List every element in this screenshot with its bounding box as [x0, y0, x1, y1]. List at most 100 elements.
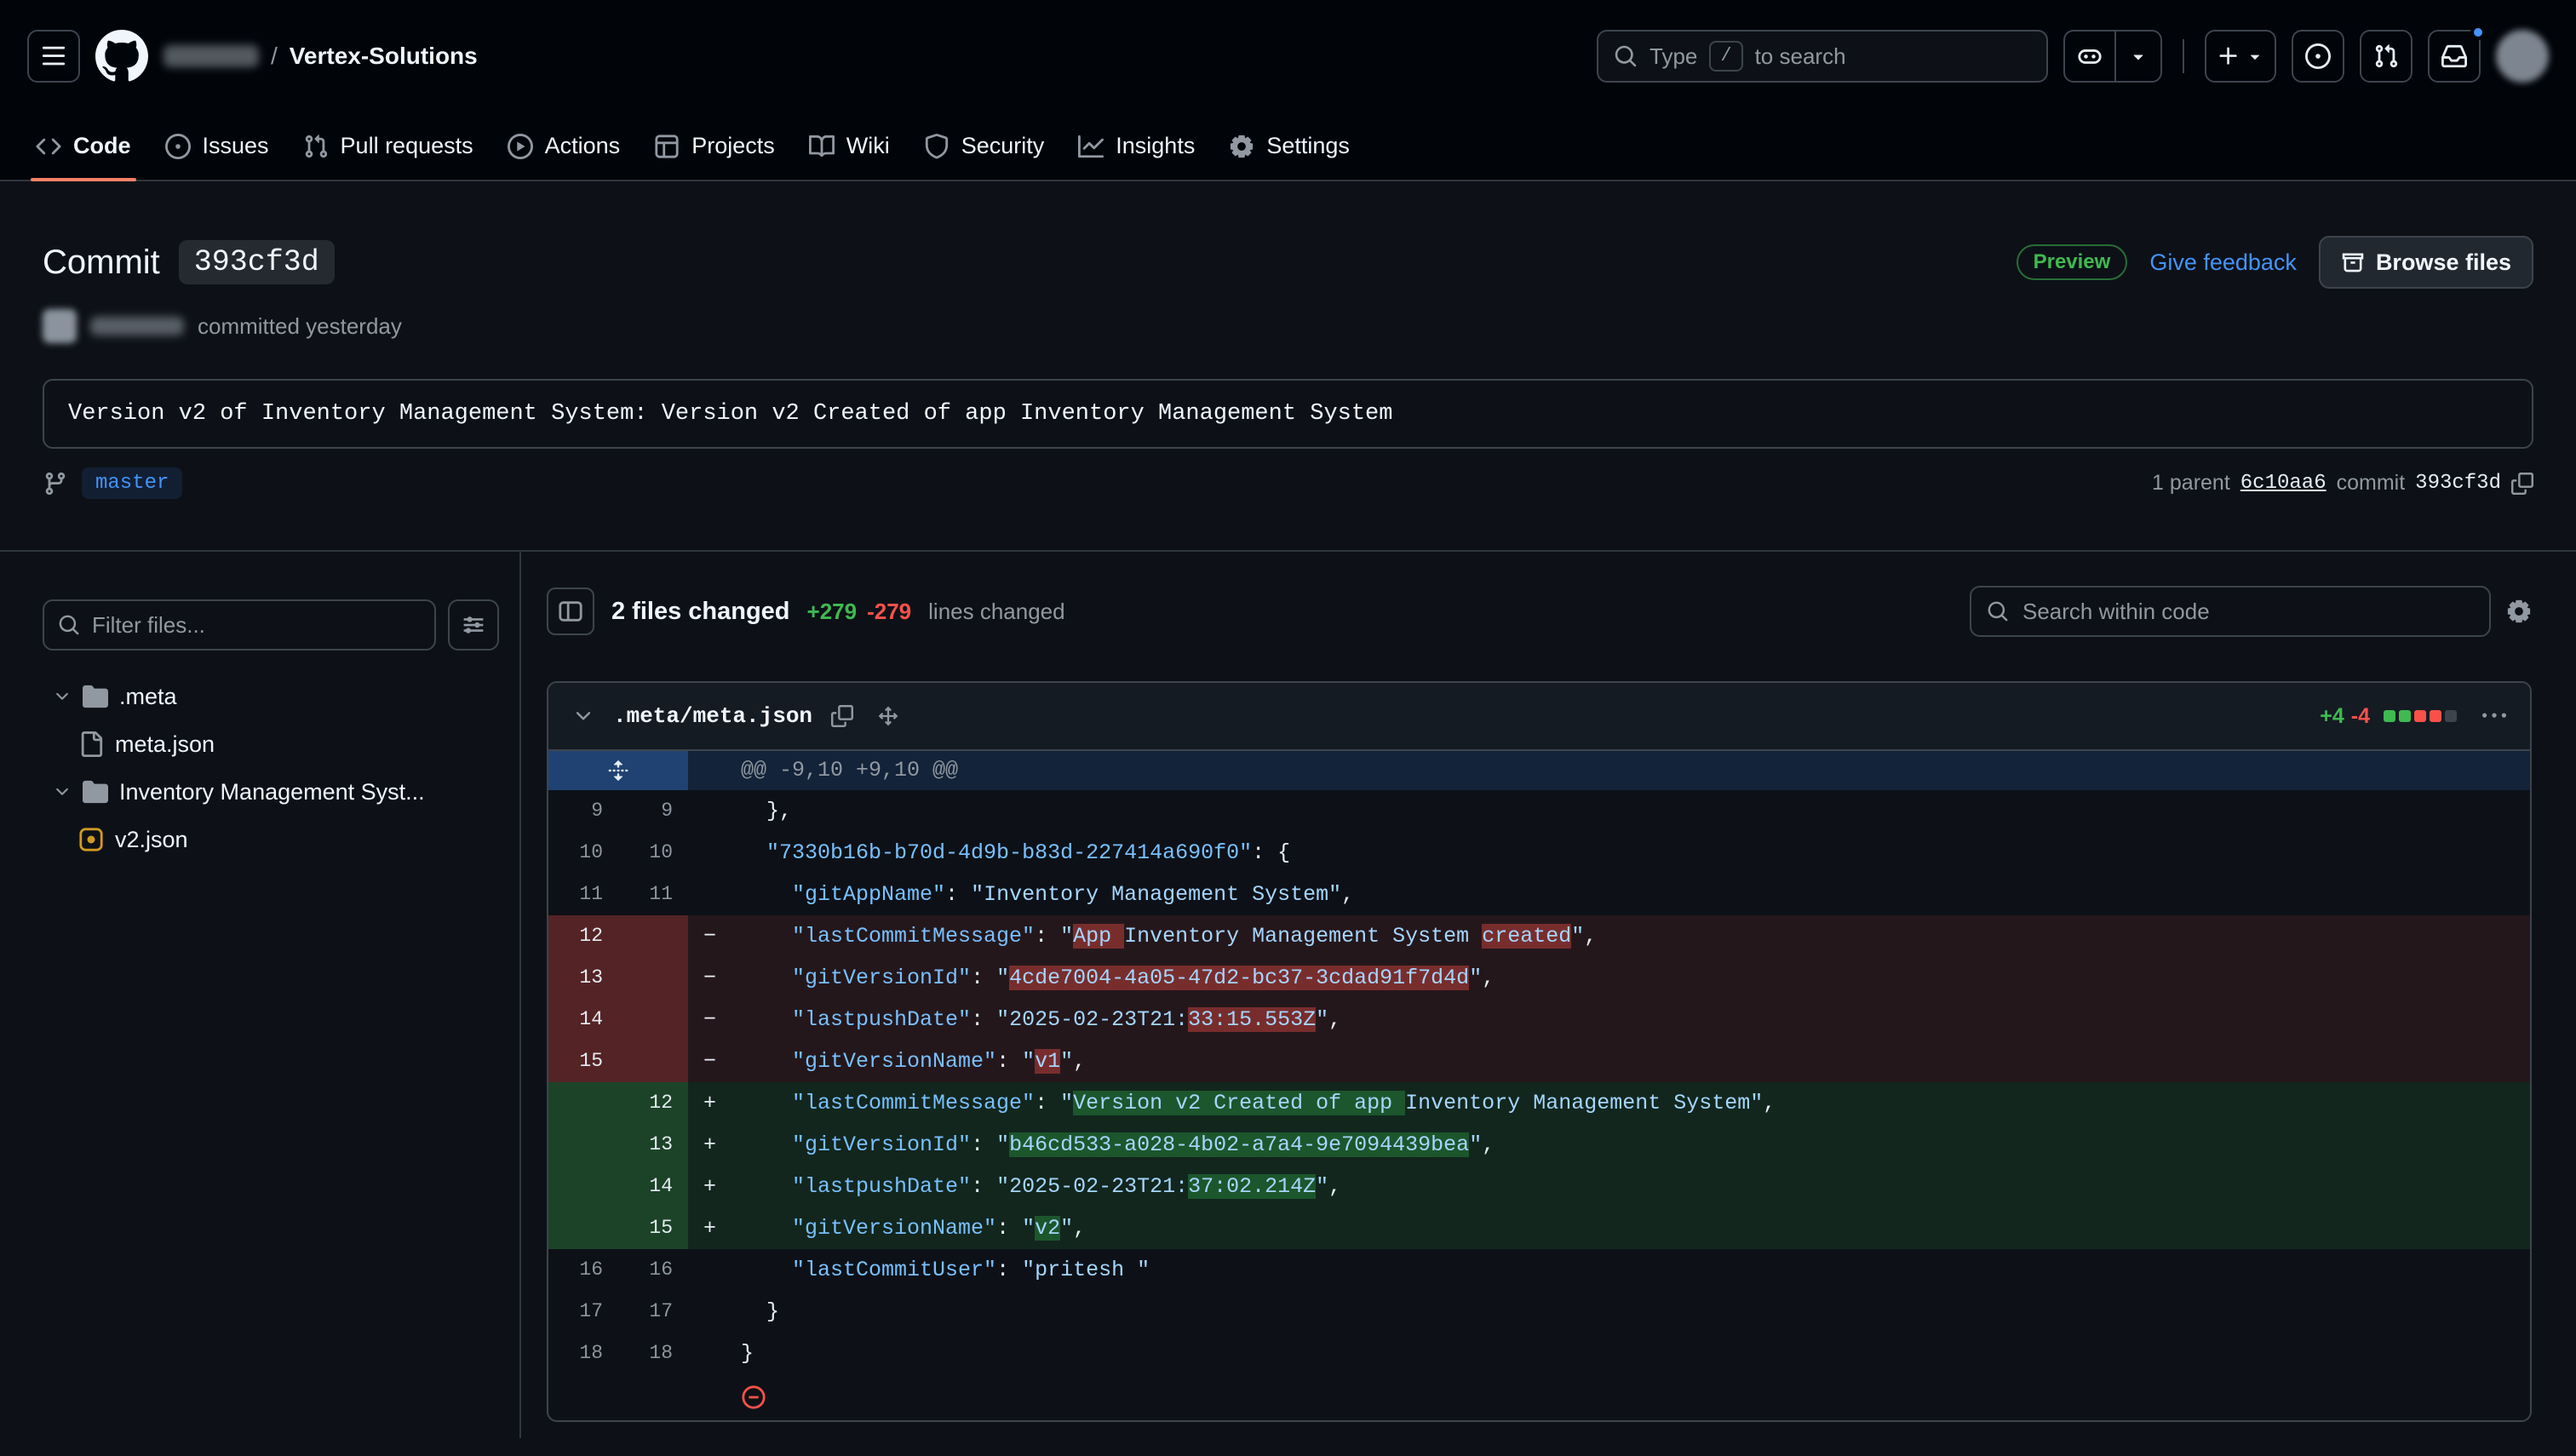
new-line-number[interactable]: 16: [618, 1249, 688, 1291]
tree-file-meta-json[interactable]: meta.json: [43, 720, 499, 768]
redacted-owner-name[interactable]: [164, 45, 259, 67]
diff-row: 1616 "lastCommitUser": "pritesh ": [548, 1249, 2530, 1291]
chevron-down-icon: [2246, 47, 2264, 66]
redacted-author-name[interactable]: [90, 317, 184, 335]
expand-hunk-button[interactable]: [548, 751, 688, 790]
author-avatar[interactable]: [43, 309, 77, 343]
copy-sha-button[interactable]: [2511, 473, 2533, 495]
old-line-number[interactable]: [548, 1207, 618, 1249]
tab-label: Settings: [1266, 133, 1350, 159]
old-line-number[interactable]: [548, 1166, 618, 1207]
file-options-button[interactable]: [2477, 699, 2511, 733]
new-line-number[interactable]: 15: [618, 1207, 688, 1249]
diff-row: 99 },: [548, 790, 2530, 832]
new-line-number[interactable]: 9: [618, 790, 688, 832]
new-line-number[interactable]: 10: [618, 832, 688, 874]
copilot-icon: [2077, 43, 2103, 69]
old-line-number[interactable]: [548, 1082, 618, 1124]
new-line-number[interactable]: 11: [618, 874, 688, 915]
copilot-menu-segment[interactable]: [2116, 32, 2160, 81]
tree-folder-inventory[interactable]: Inventory Management Syst...: [43, 768, 499, 816]
copilot-segment[interactable]: [2065, 32, 2114, 81]
old-line-number[interactable]: [548, 1124, 618, 1166]
browse-files-button[interactable]: Browse files: [2319, 236, 2533, 289]
chevron-down-icon: [53, 687, 72, 706]
old-line-number[interactable]: 11: [548, 874, 618, 915]
files-changed-count: 2 files changed: [611, 598, 790, 626]
diff-row: 1010 "7330b16b-b70d-4d9b-b83d-227414a690…: [548, 832, 2530, 874]
copy-path-button[interactable]: [826, 700, 858, 732]
old-line-number[interactable]: 14: [548, 999, 618, 1040]
diff-file-name[interactable]: .meta/meta.json: [613, 703, 812, 729]
tab-settings[interactable]: Settings: [1212, 112, 1367, 180]
code-line: + "lastCommitMessage": "Version v2 Creat…: [688, 1082, 2530, 1124]
collapse-file-button[interactable]: [567, 700, 600, 732]
new-line-number[interactable]: [618, 957, 688, 999]
new-line-number[interactable]: 13: [618, 1124, 688, 1166]
tab-label: Wiki: [846, 133, 890, 159]
global-search[interactable]: Type / to search: [1597, 30, 2048, 83]
repo-name-link[interactable]: Vertex-Solutions: [290, 43, 478, 70]
tab-label: Insights: [1116, 133, 1195, 159]
old-line-number[interactable]: 17: [548, 1291, 618, 1333]
tab-code[interactable]: Code: [19, 112, 148, 180]
old-line-number[interactable]: 9: [548, 790, 618, 832]
search-within-code-input[interactable]: [1970, 586, 2491, 637]
code-line: + "lastpushDate": "2025-02-23T21:37:02.2…: [688, 1166, 2530, 1207]
move-file-handle[interactable]: [872, 700, 904, 732]
tree-item-label: Inventory Management Syst...: [119, 779, 425, 805]
old-line-number[interactable]: 18: [548, 1333, 618, 1374]
tree-item-label: v2.json: [115, 827, 188, 853]
header-divider: [2183, 39, 2184, 73]
new-line-number[interactable]: 18: [618, 1333, 688, 1374]
tree-folder-meta[interactable]: .meta: [43, 673, 499, 720]
folder-icon: [83, 684, 108, 709]
old-line-number[interactable]: 15: [548, 1040, 618, 1082]
create-new-button[interactable]: [2205, 30, 2276, 83]
tab-issues[interactable]: Issues: [148, 112, 286, 180]
parent-sha-link[interactable]: 6c10aa6: [2240, 472, 2326, 495]
pull-requests-dashboard-button[interactable]: [2360, 30, 2412, 83]
tree-file-v2-json[interactable]: v2.json: [43, 816, 499, 863]
old-line-number[interactable]: 16: [548, 1249, 618, 1291]
old-line-number[interactable]: 10: [548, 832, 618, 874]
plus-icon: [2217, 44, 2240, 68]
chevron-down-icon: [2128, 46, 2149, 66]
new-line-number[interactable]: 17: [618, 1291, 688, 1333]
gear-icon: [2506, 599, 2532, 624]
table-icon: [654, 134, 680, 159]
shield-icon: [924, 134, 950, 159]
code-line: + "gitVersionName": "v2",: [688, 1207, 2530, 1249]
tab-security[interactable]: Security: [907, 112, 1062, 180]
tab-actions[interactable]: Actions: [491, 112, 638, 180]
lines-changed-label: lines changed: [928, 599, 1064, 625]
hamburger-button[interactable]: [27, 30, 80, 83]
breadcrumb-separator: /: [271, 43, 278, 70]
old-line-number[interactable]: 13: [548, 957, 618, 999]
give-feedback-link[interactable]: Give feedback: [2149, 249, 2297, 276]
tab-wiki[interactable]: Wiki: [792, 112, 907, 180]
search-icon: [1614, 44, 1638, 68]
issues-dashboard-button[interactable]: [2292, 30, 2344, 83]
branch-chip[interactable]: master: [82, 467, 182, 499]
new-line-number[interactable]: [618, 999, 688, 1040]
copilot-button[interactable]: [2063, 30, 2162, 83]
tab-insights[interactable]: Insights: [1061, 112, 1212, 180]
new-line-number[interactable]: 14: [618, 1166, 688, 1207]
kebab-icon: [2482, 704, 2506, 728]
tab-projects[interactable]: Projects: [637, 112, 792, 180]
issue-opened-icon: [165, 134, 191, 159]
file-tree: .meta meta.json Inventory Management Sys…: [43, 673, 499, 863]
github-logo[interactable]: [95, 30, 148, 83]
new-line-number[interactable]: 12: [618, 1082, 688, 1124]
diff-settings-button[interactable]: [2506, 599, 2532, 624]
old-line-number[interactable]: 12: [548, 915, 618, 957]
user-avatar[interactable]: [2496, 30, 2549, 83]
file-filter-button[interactable]: [448, 599, 499, 651]
tab-pull-requests[interactable]: Pull requests: [286, 112, 491, 180]
file-tree-toggle-button[interactable]: [547, 588, 594, 635]
new-line-number[interactable]: [618, 915, 688, 957]
new-line-number[interactable]: [618, 1040, 688, 1082]
filter-files-input[interactable]: [43, 599, 436, 651]
search-icon: [1987, 600, 2009, 622]
